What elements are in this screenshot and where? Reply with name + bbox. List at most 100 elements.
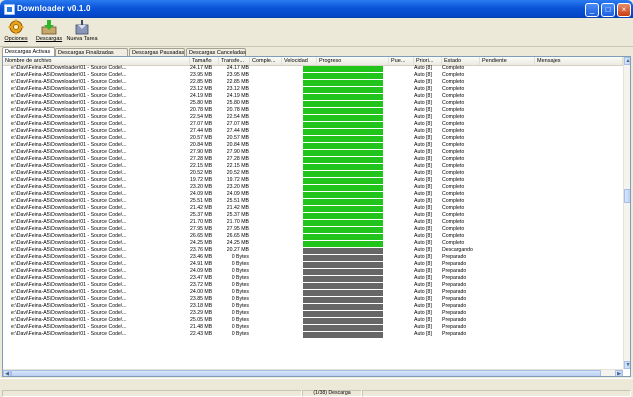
tab-finished-downloads[interactable]: Descargas Finalizadas — [55, 48, 128, 56]
table-row[interactable]: e:\Davi\Feina-A5\Downloader\01 - Source … — [3, 65, 630, 72]
row-status: Completo — [442, 79, 465, 85]
row-priority: Auto [8] — [414, 156, 432, 162]
table-row[interactable]: e:\Davi\Feina-A5\Downloader\01 - Source … — [3, 240, 630, 247]
table-row[interactable]: e:\Davi\Feina-A5\Downloader\01 - Source … — [3, 289, 630, 296]
table-row[interactable]: e:\Davi\Feina-A5\Downloader\01 - Source … — [3, 310, 630, 317]
downloads-list[interactable]: Nombre de archivo Tamaño Transfe... Comp… — [2, 56, 631, 377]
row-size: 20.78 MB — [190, 107, 213, 113]
row-size: 22.43 MB — [190, 331, 213, 337]
tab-active-downloads[interactable]: Descargas Activas — [2, 47, 55, 56]
scroll-down-arrow-icon[interactable]: ▼ — [624, 361, 630, 369]
column-header-progress[interactable]: Progreso — [317, 57, 389, 65]
table-row[interactable]: e:\Davi\Feina-A5\Downloader\01 - Source … — [3, 79, 630, 86]
column-header-transferred[interactable]: Transfe... — [219, 57, 250, 65]
close-button[interactable]: × — [617, 3, 631, 17]
row-priority: Auto [8] — [414, 198, 432, 204]
vertical-scrollbar[interactable]: ▲ ▼ — [623, 57, 630, 369]
table-row[interactable]: e:\Davi\Feina-A5\Downloader\01 - Source … — [3, 107, 630, 114]
row-status: Preparado — [442, 275, 467, 281]
table-row[interactable]: e:\Davi\Feina-A5\Downloader\01 - Source … — [3, 121, 630, 128]
column-header-speed[interactable]: Velocidad — [282, 57, 317, 65]
table-row[interactable]: e:\Davi\Feina-A5\Downloader\01 - Source … — [3, 247, 630, 254]
row-size: 24.09 MB — [190, 191, 213, 197]
table-row[interactable]: e:\Davi\Feina-A5\Downloader\01 - Source … — [3, 275, 630, 282]
column-header-size[interactable]: Tamaño — [190, 57, 219, 65]
row-priority: Auto [8] — [414, 135, 432, 141]
horizontal-scroll-thumb[interactable] — [11, 370, 601, 376]
options-button[interactable]: Opciones — [3, 19, 29, 45]
minimize-button[interactable]: _ — [585, 3, 599, 17]
table-row[interactable]: e:\Davi\Feina-A5\Downloader\01 - Source … — [3, 135, 630, 142]
maximize-button[interactable]: □ — [601, 3, 615, 17]
row-size: 23.29 MB — [190, 310, 213, 316]
row-status: Completo — [442, 135, 465, 141]
table-row[interactable]: e:\Davi\Feina-A5\Downloader\01 - Source … — [3, 156, 630, 163]
column-header-pending[interactable]: Pendiente — [480, 57, 535, 65]
scroll-up-arrow-icon[interactable]: ▲ — [624, 57, 630, 65]
table-row[interactable]: e:\Davi\Feina-A5\Downloader\01 - Source … — [3, 303, 630, 310]
table-row[interactable]: e:\Davi\Feina-A5\Downloader\01 - Source … — [3, 317, 630, 324]
table-row[interactable]: e:\Davi\Feina-A5\Downloader\01 - Source … — [3, 128, 630, 135]
row-priority: Auto [8] — [414, 191, 432, 197]
table-row[interactable]: e:\Davi\Feina-A5\Downloader\01 - Source … — [3, 100, 630, 107]
table-row[interactable]: e:\Davi\Feina-A5\Downloader\01 - Source … — [3, 331, 630, 338]
row-size: 27.07 MB — [190, 121, 213, 127]
column-header-port[interactable]: Pue... — [389, 57, 414, 65]
table-row[interactable]: e:\Davi\Feina-A5\Downloader\01 - Source … — [3, 233, 630, 240]
row-transferred: 20.57 MB — [226, 135, 249, 141]
horizontal-scrollbar[interactable]: ◀ ▶ — [3, 369, 623, 376]
vertical-scroll-thumb[interactable] — [624, 189, 630, 203]
table-row[interactable]: e:\Davi\Feina-A5\Downloader\01 - Source … — [3, 296, 630, 303]
column-header-messages[interactable]: Mensajes — [535, 57, 623, 65]
row-size: 26.65 MB — [190, 233, 213, 239]
table-row[interactable]: e:\Davi\Feina-A5\Downloader\01 - Source … — [3, 268, 630, 275]
column-header-filename[interactable]: Nombre de archivo — [3, 57, 190, 65]
table-row[interactable]: e:\Davi\Feina-A5\Downloader\01 - Source … — [3, 282, 630, 289]
column-header-priority[interactable]: Priori... — [414, 57, 442, 65]
tab-cancelled-downloads[interactable]: Descargas Canceladas — [186, 48, 246, 56]
scroll-left-arrow-icon[interactable]: ◀ — [3, 370, 11, 376]
row-status: Completo — [442, 128, 465, 134]
table-row[interactable]: e:\Davi\Feina-A5\Downloader\01 - Source … — [3, 86, 630, 93]
row-status: Completo — [442, 72, 465, 78]
row-transferred: 20.84 MB — [226, 142, 249, 148]
new-task-button[interactable]: Nueva Tarea — [66, 19, 98, 45]
row-priority: Auto [8] — [414, 65, 432, 71]
row-transferred: 24.17 MB — [226, 65, 249, 71]
table-row[interactable]: e:\Davi\Feina-A5\Downloader\01 - Source … — [3, 149, 630, 156]
row-transferred: 21.70 MB — [226, 219, 249, 225]
row-status: Preparado — [442, 317, 467, 323]
row-priority: Auto [8] — [414, 121, 432, 127]
table-row[interactable]: e:\Davi\Feina-A5\Downloader\01 - Source … — [3, 261, 630, 268]
row-filename: e:\Davi\Feina-A5\Downloader\01 - Source … — [11, 184, 127, 190]
table-row[interactable]: e:\Davi\Feina-A5\Downloader\01 - Source … — [3, 177, 630, 184]
table-row[interactable]: e:\Davi\Feina-A5\Downloader\01 - Source … — [3, 184, 630, 191]
table-row[interactable]: e:\Davi\Feina-A5\Downloader\01 - Source … — [3, 191, 630, 198]
row-status: Preparado — [442, 303, 467, 309]
table-row[interactable]: e:\Davi\Feina-A5\Downloader\01 - Source … — [3, 212, 630, 219]
row-transferred: 27.95 MB — [226, 226, 249, 232]
table-row[interactable]: e:\Davi\Feina-A5\Downloader\01 - Source … — [3, 198, 630, 205]
table-row[interactable]: e:\Davi\Feina-A5\Downloader\01 - Source … — [3, 226, 630, 233]
row-size: 22.15 MB — [190, 163, 213, 169]
row-transferred: 21.42 MB — [226, 205, 249, 211]
downloads-button[interactable]: Descargas — [34, 19, 64, 45]
table-row[interactable]: e:\Davi\Feina-A5\Downloader\01 - Source … — [3, 72, 630, 79]
table-row[interactable]: e:\Davi\Feina-A5\Downloader\01 - Source … — [3, 163, 630, 170]
row-filename: e:\Davi\Feina-A5\Downloader\01 - Source … — [11, 317, 127, 323]
row-size: 24.25 MB — [190, 240, 213, 246]
scroll-right-arrow-icon[interactable]: ▶ — [615, 370, 623, 376]
table-row[interactable]: e:\Davi\Feina-A5\Downloader\01 - Source … — [3, 219, 630, 226]
table-row[interactable]: e:\Davi\Feina-A5\Downloader\01 - Source … — [3, 93, 630, 100]
table-row[interactable]: e:\Davi\Feina-A5\Downloader\01 - Source … — [3, 114, 630, 121]
tab-paused-downloads[interactable]: Descargas Pausadas — [129, 48, 185, 56]
table-row[interactable]: e:\Davi\Feina-A5\Downloader\01 - Source … — [3, 142, 630, 149]
column-header-completed[interactable]: Comple... — [250, 57, 282, 65]
column-header-status[interactable]: Estado — [442, 57, 480, 65]
table-row[interactable]: e:\Davi\Feina-A5\Downloader\01 - Source … — [3, 254, 630, 261]
row-transferred: 22.85 MB — [226, 79, 249, 85]
app-icon — [4, 4, 15, 15]
table-row[interactable]: e:\Davi\Feina-A5\Downloader\01 - Source … — [3, 170, 630, 177]
table-row[interactable]: e:\Davi\Feina-A5\Downloader\01 - Source … — [3, 324, 630, 331]
table-row[interactable]: e:\Davi\Feina-A5\Downloader\01 - Source … — [3, 205, 630, 212]
